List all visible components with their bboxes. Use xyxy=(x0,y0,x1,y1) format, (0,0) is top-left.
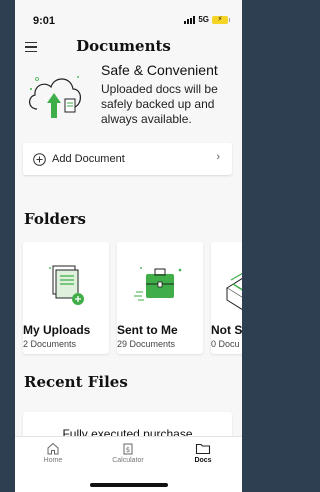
calculator-icon: $ xyxy=(123,443,133,455)
folder-count: 2 Documents xyxy=(23,339,77,349)
document-upload-icon xyxy=(49,265,84,305)
folder-name: Sent to Me xyxy=(117,323,178,337)
cloud-upload-icon xyxy=(29,76,81,118)
network-label: 5G xyxy=(198,15,209,24)
promo-title: Safe & Convenient xyxy=(101,62,218,78)
svg-text:$: $ xyxy=(126,446,130,454)
folder-name: My Uploads xyxy=(23,323,91,337)
add-document-label: Add Document xyxy=(52,153,125,165)
home-indicator[interactable] xyxy=(89,483,168,487)
status-indicators: 5G ⚡ xyxy=(184,15,230,24)
folder-name: Not S xyxy=(211,323,242,337)
folders-list: My Uploads 2 Documents Sent to Me 29 Doc… xyxy=(23,242,242,354)
home-icon xyxy=(47,442,59,455)
folder-icon xyxy=(195,443,211,455)
signal-icon xyxy=(184,15,196,24)
status-time: 9:01 xyxy=(33,15,56,27)
briefcase-icon xyxy=(134,267,182,301)
chevron-right-icon: › xyxy=(216,151,220,163)
status-bar: 9:01 5G ⚡ xyxy=(15,0,242,30)
folders-heading: Folders xyxy=(24,210,86,228)
folder-count: 29 Documents xyxy=(117,339,176,349)
tab-docs[interactable]: Docs xyxy=(173,442,233,464)
folder-count: 0 Docu xyxy=(211,339,240,349)
tab-home[interactable]: Home xyxy=(23,442,83,464)
page-title: Documents xyxy=(76,37,171,55)
recent-files-heading: Recent Files xyxy=(24,373,128,391)
promo-body: Uploaded docs will be safely backed up a… xyxy=(101,82,218,126)
folder-card-sent-to-me[interactable]: Sent to Me 29 Documents xyxy=(117,242,203,354)
tab-calculator[interactable]: $ Calculator xyxy=(98,442,158,464)
bottom-tab-bar: Home $ Calculator Docs xyxy=(15,436,242,492)
battery-charging-icon: ⚡ xyxy=(212,15,230,24)
folder-card-not-shared[interactable]: Not S 0 Docu xyxy=(211,242,242,354)
add-document-button[interactable]: Add Document › xyxy=(23,143,232,175)
tab-label: Docs xyxy=(194,457,212,464)
box-icon xyxy=(226,273,242,310)
tab-label: Home xyxy=(43,457,63,464)
folder-card-my-uploads[interactable]: My Uploads 2 Documents xyxy=(23,242,109,354)
plus-circle-icon xyxy=(33,152,46,166)
tab-label: Calculator xyxy=(112,457,144,464)
app-screen: 9:01 5G ⚡ Documents Safe & Convenient Up… xyxy=(15,0,242,492)
